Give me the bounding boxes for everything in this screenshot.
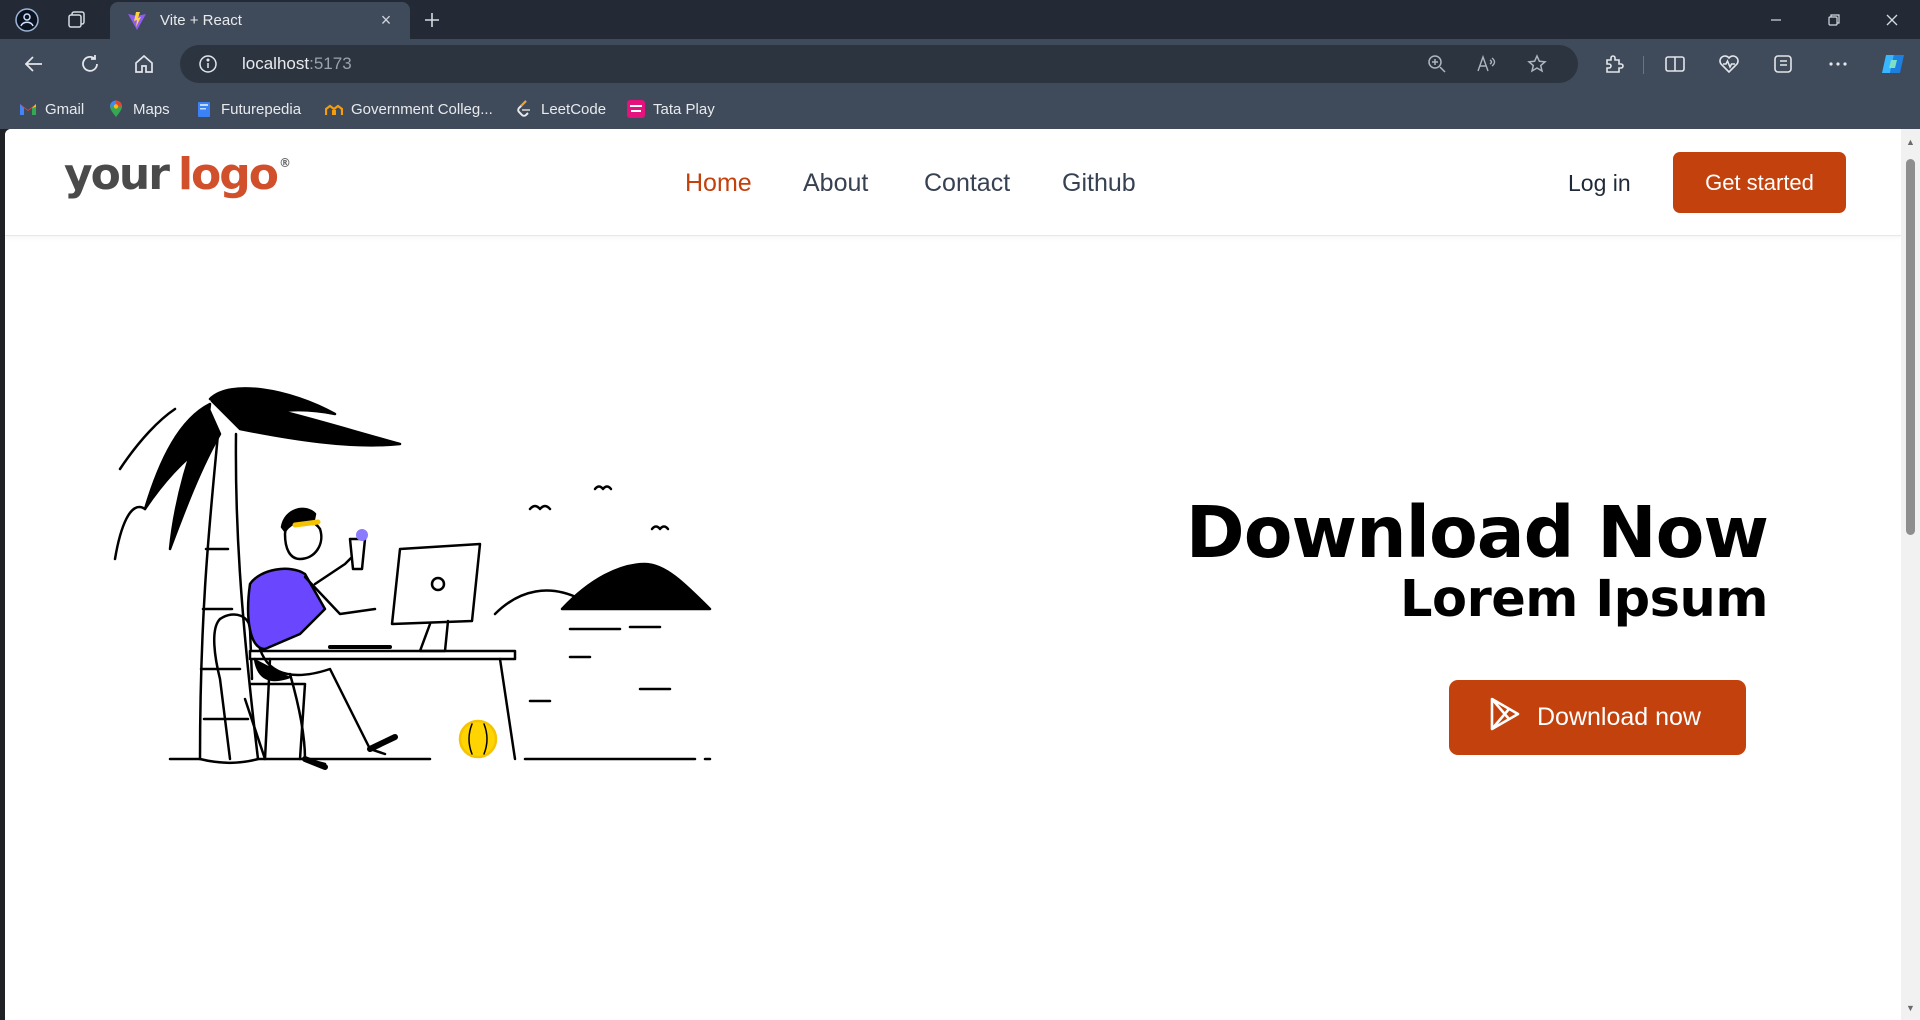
site-header: your logo ® Home About Contact Github Log … — [5, 129, 1901, 236]
browser-tab-bar: Vite + React × — [0, 0, 1920, 39]
toolbar-divider — [1643, 56, 1644, 74]
bookmark-maps[interactable]: Maps — [107, 98, 170, 120]
nav-home[interactable]: Home — [685, 169, 752, 198]
scroll-thumb[interactable] — [1906, 159, 1915, 535]
bookmark-tata-play[interactable]: Tata Play — [627, 98, 715, 120]
vite-icon — [126, 10, 148, 32]
new-tab-icon[interactable] — [416, 5, 448, 35]
nav-about[interactable]: About — [803, 169, 868, 198]
bookmark-label: Gmail — [45, 100, 85, 118]
page-viewport: your logo ® Home About Contact Github Log … — [5, 129, 1920, 1020]
nav-github[interactable]: Github — [1062, 169, 1136, 198]
hero-illustration — [100, 359, 720, 779]
split-screen-icon[interactable] — [1659, 49, 1691, 79]
bookmark-label: Maps — [133, 100, 170, 118]
page-scrollbar[interactable]: ▲ ▼ — [1901, 129, 1920, 1020]
minimize-icon[interactable] — [1748, 0, 1804, 39]
nav-contact[interactable]: Contact — [924, 169, 1010, 198]
download-now-label: Download now — [1537, 703, 1701, 731]
extensions-icon[interactable] — [1598, 49, 1630, 79]
gmail-icon — [19, 100, 37, 118]
bookmark-futurepedia[interactable]: Futurepedia — [195, 98, 301, 120]
leetcode-icon — [515, 100, 533, 118]
bookmarks-bar: Gmail Maps Futurepedia Government Colleg… — [0, 89, 1920, 129]
bookmark-label: Government Colleg... — [351, 100, 493, 118]
browser-toolbar: localhost:5173 — [0, 39, 1920, 89]
zoom-icon[interactable] — [1424, 52, 1450, 76]
bookmark-government-college[interactable]: Government Colleg... — [325, 98, 493, 120]
browser-essentials-icon[interactable] — [1713, 49, 1745, 79]
login-link[interactable]: Log in — [1568, 170, 1631, 197]
tataplay-icon — [627, 100, 645, 118]
hero-subtitle: Lorem Ipsum — [1400, 570, 1768, 629]
close-tab-icon[interactable]: × — [376, 10, 396, 31]
favorite-star-icon[interactable] — [1524, 52, 1550, 76]
back-icon[interactable] — [16, 47, 52, 81]
address-bar[interactable]: localhost:5173 — [180, 45, 1578, 83]
more-options-icon[interactable] — [1822, 49, 1854, 79]
get-started-button[interactable]: Get started — [1673, 152, 1846, 213]
home-icon[interactable] — [126, 47, 162, 81]
workspaces-icon[interactable] — [62, 6, 92, 34]
bookmark-leetcode[interactable]: LeetCode — [515, 98, 606, 120]
copilot-icon[interactable] — [1877, 49, 1909, 79]
collections-icon[interactable] — [1767, 49, 1799, 79]
site-logo[interactable]: your logo ® — [64, 153, 291, 197]
active-tab[interactable]: Vite + React × — [110, 2, 410, 39]
site-info-icon[interactable] — [198, 54, 218, 74]
futurepedia-icon — [195, 100, 213, 118]
restore-icon[interactable] — [1806, 0, 1862, 39]
refresh-icon[interactable] — [72, 47, 108, 81]
download-now-button[interactable]: Download now — [1449, 680, 1746, 755]
maps-icon — [107, 100, 125, 118]
bookmark-gmail[interactable]: Gmail — [19, 98, 84, 120]
bookmark-label: Tata Play — [653, 100, 715, 118]
hero-title: Download Now — [1185, 491, 1769, 574]
scroll-up-icon[interactable]: ▲ — [1901, 133, 1920, 150]
profile-icon[interactable] — [12, 6, 42, 34]
college-icon — [325, 100, 343, 118]
tab-title: Vite + React — [160, 12, 242, 29]
url-text: localhost:5173 — [242, 54, 352, 73]
close-window-icon[interactable] — [1864, 0, 1920, 39]
bookmark-label: Futurepedia — [221, 100, 302, 118]
scroll-down-icon[interactable]: ▼ — [1901, 999, 1920, 1016]
play-store-icon — [1487, 696, 1523, 739]
read-aloud-icon[interactable] — [1474, 52, 1500, 76]
bookmark-label: LeetCode — [541, 100, 607, 118]
